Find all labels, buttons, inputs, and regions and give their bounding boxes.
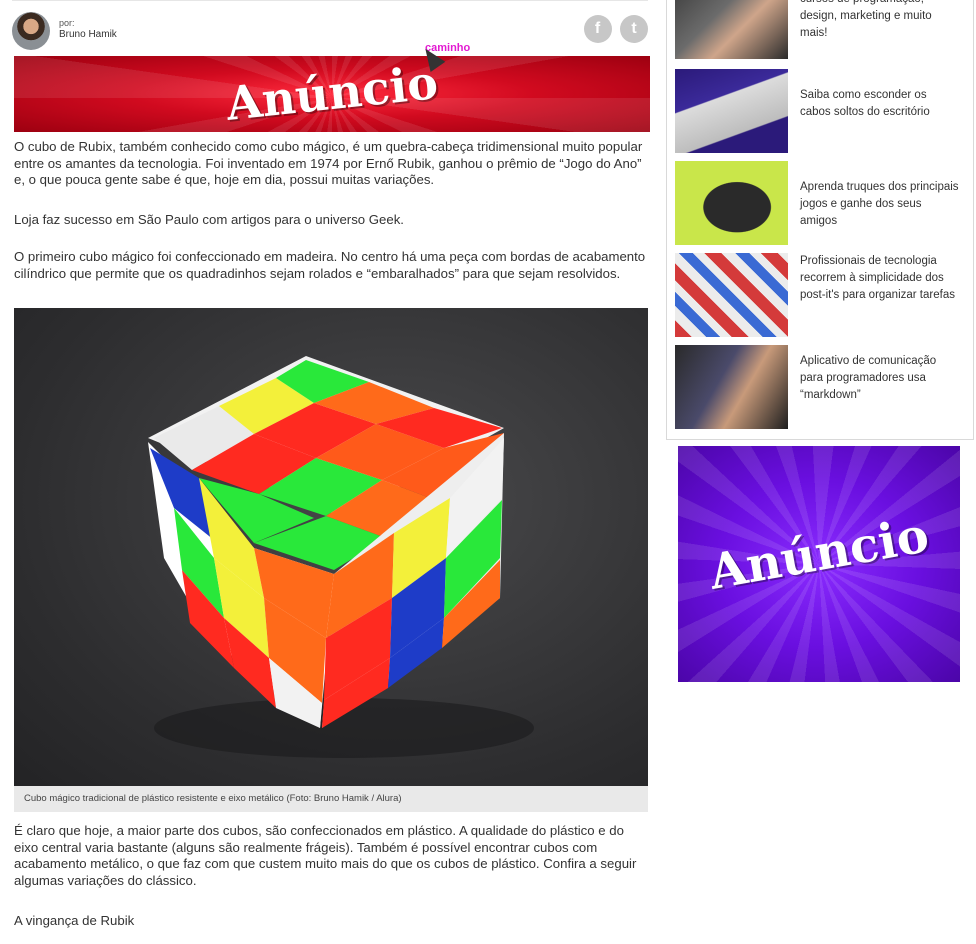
author-prefix: por:	[59, 18, 75, 28]
article-paragraph: É claro que hoje, a maior parte dos cubo…	[14, 823, 637, 888]
thumbnail-cables	[675, 69, 788, 153]
related-item-title: cursos de programação, design, marketing…	[800, 0, 932, 39]
social-share: f t	[580, 15, 648, 43]
related-item-title: Aprenda truques dos principais jogos e g…	[800, 181, 959, 227]
ad-banner-side[interactable]: Anúncio	[678, 446, 960, 682]
author-byline: por: Bruno Hamik	[59, 18, 117, 40]
photo-caption: Cubo mágico tradicional de plástico resi…	[14, 786, 648, 812]
thumbnail-smartphone-app	[675, 345, 788, 429]
top-divider	[12, 0, 648, 1]
avatar[interactable]	[12, 12, 50, 50]
ad-banner-top[interactable]: Anúncio	[14, 56, 650, 132]
twitter-icon[interactable]: t	[620, 15, 648, 43]
article-photo	[14, 308, 648, 786]
article-link[interactable]: Loja faz sucesso em São Paulo com artigo…	[14, 212, 646, 229]
rubiks-cube-image	[148, 356, 534, 758]
facebook-icon[interactable]: f	[583, 15, 612, 43]
thumbnail-game-controller	[675, 161, 788, 245]
related-item-title: Profissionais de tecnologia recorrem à s…	[800, 255, 955, 301]
author-block: por: Bruno Hamik f t	[12, 12, 648, 50]
article-subheading: A vingança de Rubik	[14, 913, 135, 928]
related-item-title: Aplicativo de comunicação para programad…	[800, 355, 937, 401]
related-articles-sidebar: cursos de programação, design, marketing…	[666, 0, 974, 440]
related-item-title: Saiba como esconder os cabos soltos do e…	[800, 89, 930, 118]
article-paragraph: O primeiro cubo mágico foi confeccionado…	[14, 249, 646, 281]
article-paragraph: O cubo de Rubix, também conhecido como c…	[14, 139, 643, 187]
author-name[interactable]: Bruno Hamik	[59, 29, 117, 40]
thumbnail-post-its	[675, 253, 788, 337]
thumbnail-laptop-hands	[675, 0, 788, 59]
